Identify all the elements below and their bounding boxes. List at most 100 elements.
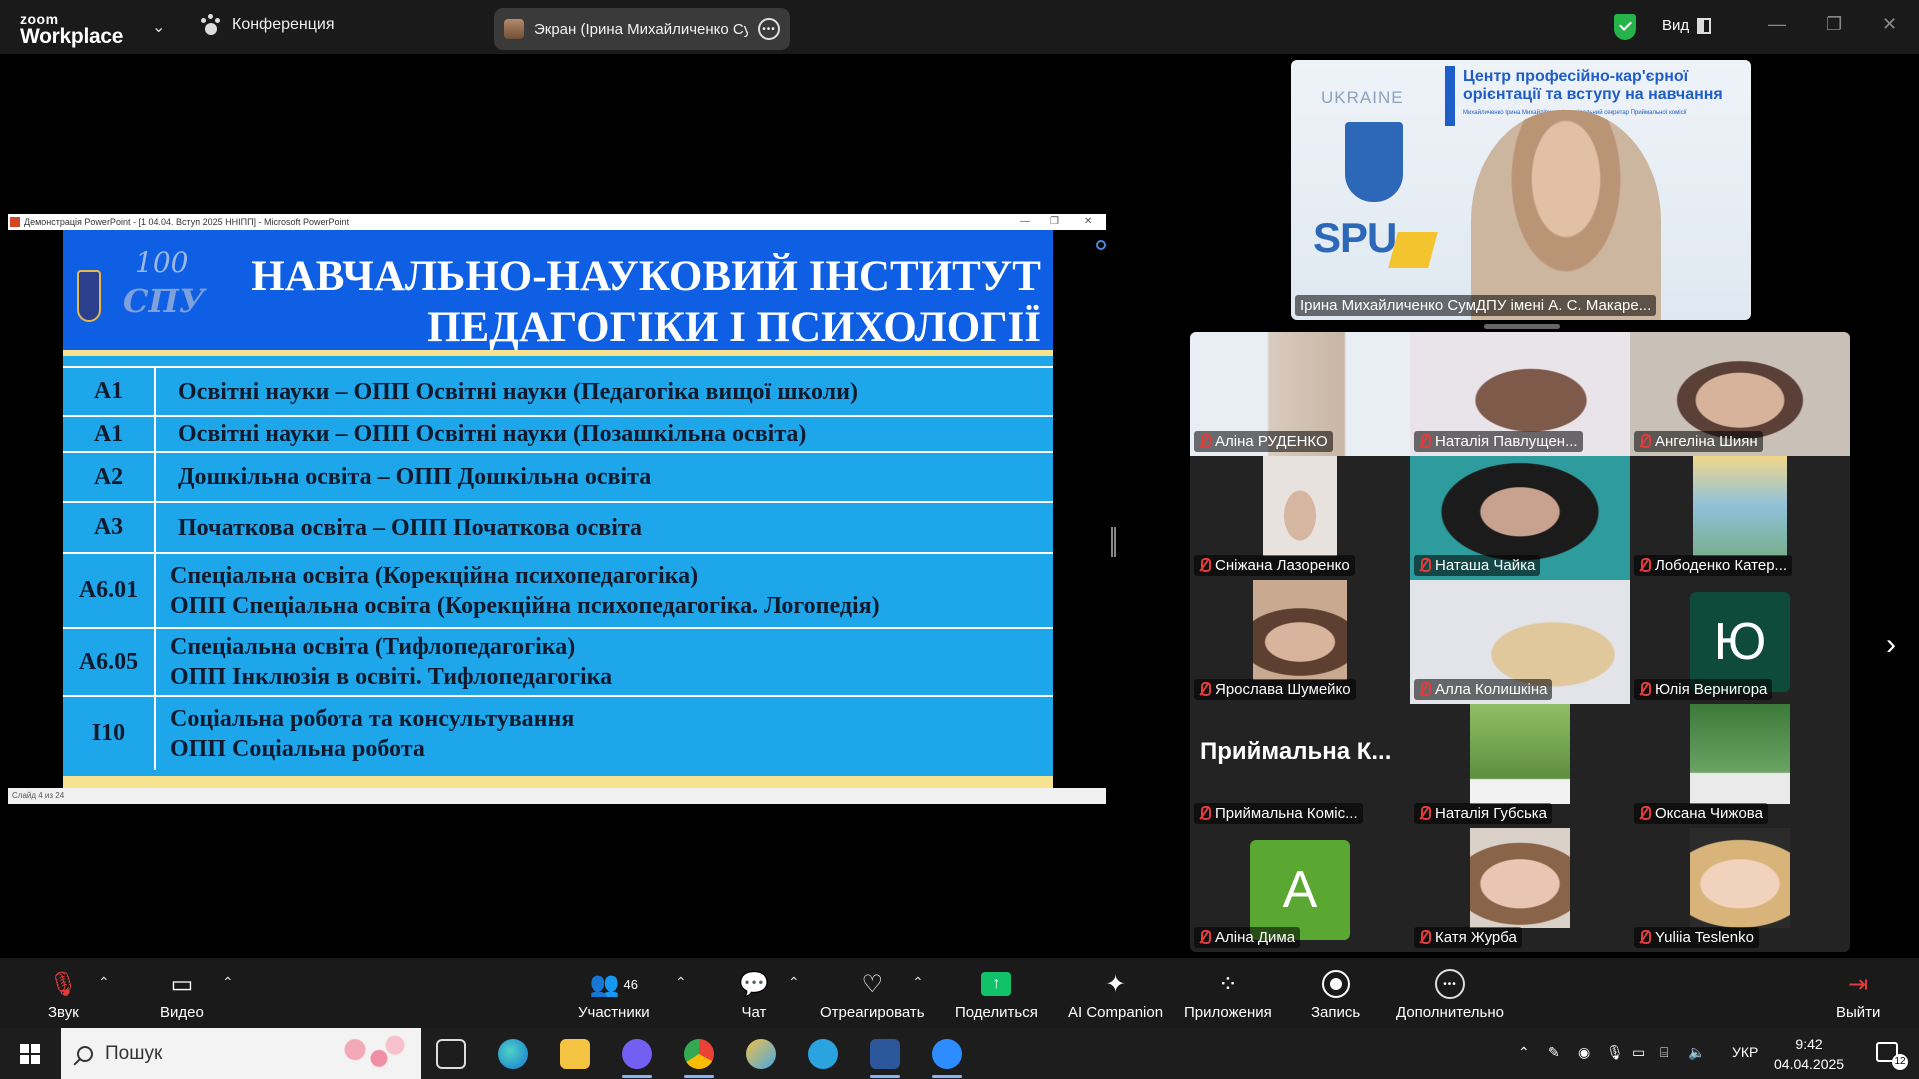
- participant-name: Ангеліна Шиян: [1655, 433, 1758, 450]
- program-line: Освітні науки – ОПП Освітні науки (Позаш…: [178, 421, 807, 447]
- share-indicator[interactable]: Экран (Ірина Михайличенко Су •••: [494, 8, 790, 50]
- participant-tile[interactable]: Наталія Павлущен...: [1410, 332, 1630, 456]
- participant-name-tag: Наташа Чайка: [1414, 555, 1541, 576]
- leave-button[interactable]: ⇥ Выйти: [1836, 968, 1880, 1022]
- program-description: Спеціальна освіта (Тифлопедагогіка) ОПП …: [155, 627, 1053, 696]
- participant-name-tag: Приймальна Коміс...: [1194, 803, 1363, 824]
- language-indicator[interactable]: УКР: [1732, 1044, 1758, 1060]
- volume-icon[interactable]: 🔈: [1688, 1044, 1705, 1061]
- more-button[interactable]: ••• Дополнительно: [1396, 968, 1504, 1021]
- slide: 100 СПУ НАВЧАЛЬНО-НАУКОВИЙ ІНСТИТУТ ПЕДА…: [63, 230, 1053, 788]
- view-button[interactable]: Вид: [1662, 17, 1712, 34]
- speaker-name: Ірина Михайличенко СумДПУ імені А. С. Ма…: [1300, 297, 1652, 314]
- microphone-tray-icon[interactable]: 🎙: [1606, 1044, 1624, 1061]
- program-line: Початкова освіта – ОПП Початкова освіта: [178, 514, 642, 541]
- participant-tile[interactable]: Алла Колишкіна: [1410, 580, 1630, 704]
- active-speaker-video[interactable]: UKRAINE SPU Центр професійно-кар'єрної о…: [1291, 60, 1751, 320]
- participant-name: Алла Колишкіна: [1435, 681, 1548, 698]
- chevron-right-icon[interactable]: ›: [1886, 628, 1896, 662]
- apps-button[interactable]: ⁘ Приложения: [1184, 968, 1272, 1022]
- participant-tile[interactable]: Yuliia Teslenko: [1630, 828, 1850, 952]
- participant-tile[interactable]: А Аліна Дима: [1190, 828, 1410, 952]
- network-icon[interactable]: ⌸: [1660, 1044, 1668, 1061]
- participant-tile[interactable]: Оксана Чижова: [1630, 704, 1850, 828]
- caret-up-icon[interactable]: ⌃: [912, 974, 924, 991]
- participant-tile[interactable]: Лободенко Катер...: [1630, 456, 1850, 580]
- ai-companion-button[interactable]: ✦ AI Companion: [1068, 968, 1163, 1022]
- share-button[interactable]: ↑ Поделиться: [955, 968, 1038, 1021]
- panel-resize-handle[interactable]: [1484, 324, 1560, 329]
- participant-name: Катя Журба: [1435, 929, 1517, 946]
- zoom-icon[interactable]: [932, 1039, 962, 1069]
- participant-tile[interactable]: Наталія Губська: [1410, 704, 1630, 828]
- title-bar: zoom Workplace ⌄ Конференция Экран (Ірин…: [0, 0, 1919, 54]
- program-line: Соціальна робота та консультування: [170, 705, 575, 732]
- word-icon[interactable]: [870, 1039, 900, 1069]
- program-code: А6.01: [63, 552, 156, 628]
- minimize-button[interactable]: —: [1768, 14, 1786, 35]
- notifications-icon[interactable]: 12: [1876, 1042, 1908, 1070]
- video-button[interactable]: ▭ Видео: [160, 968, 204, 1022]
- active-indicator: [932, 1075, 962, 1078]
- caret-up-icon[interactable]: ⌃: [222, 974, 234, 991]
- more-icon[interactable]: •••: [758, 18, 780, 40]
- slide-counter: Слайд 4 из 24: [12, 791, 65, 800]
- participant-tile[interactable]: Сніжана Лазоренко: [1190, 456, 1410, 580]
- participant-tile[interactable]: Аліна РУДЕНКО: [1190, 332, 1410, 456]
- splitter-handle[interactable]: [1111, 527, 1116, 557]
- paint-icon[interactable]: [746, 1039, 776, 1069]
- participant-name: Аліна Дима: [1215, 929, 1296, 946]
- mic-muted-icon: [1639, 434, 1651, 448]
- caret-up-icon[interactable]: ⌃: [788, 974, 800, 991]
- edge-icon[interactable]: [498, 1039, 528, 1069]
- participant-tile[interactable]: Наташа Чайка: [1410, 456, 1630, 580]
- clock-date: 04.04.2025: [1774, 1056, 1845, 1072]
- taskbar-search[interactable]: Пошук: [61, 1028, 421, 1079]
- file-explorer-icon[interactable]: [560, 1039, 590, 1069]
- view-label: Вид: [1662, 17, 1690, 34]
- viber-icon[interactable]: [622, 1039, 652, 1069]
- table-row: А1 Освітні науки – ОПП Освітні науки (Пе…: [63, 366, 1053, 416]
- chrome-icon[interactable]: [684, 1039, 714, 1069]
- mic-muted-icon: [1639, 806, 1651, 820]
- camera-tray-icon[interactable]: ◉: [1578, 1044, 1590, 1061]
- chat-button[interactable]: 💬 Чат: [739, 968, 769, 1022]
- battery-icon[interactable]: ▭: [1632, 1044, 1645, 1061]
- slide-title-line-2: ПЕДАГОГІКИ І ПСИХОЛОГІЇ: [427, 304, 1041, 351]
- search-icon: [77, 1045, 93, 1062]
- participant-tile[interactable]: Ю Юлія Вернигора: [1630, 580, 1850, 704]
- participants-button[interactable]: 👥 46 Участники: [578, 968, 650, 1022]
- security-shield-icon[interactable]: [1614, 14, 1636, 40]
- participants-icon: 👥 46: [589, 970, 639, 998]
- caret-up-icon[interactable]: ⌃: [675, 974, 687, 991]
- participant-tile[interactable]: Приймальна К... Приймальна Коміс...: [1190, 704, 1410, 828]
- audio-button[interactable]: 🎙 Звук: [48, 968, 79, 1022]
- caret-up-icon[interactable]: ⌃: [98, 974, 110, 991]
- chevron-down-icon[interactable]: ⌄: [152, 17, 165, 37]
- participant-tile[interactable]: Ангеліна Шиян: [1630, 332, 1850, 456]
- program-line: Спеціальна освіта (Корекційна психопедаг…: [170, 562, 699, 589]
- participant-name-tag: Оксана Чижова: [1634, 803, 1768, 824]
- chat-icon: 💬: [739, 970, 769, 998]
- close-button[interactable]: ✕: [1882, 14, 1897, 35]
- windows-start-icon[interactable]: [20, 1044, 40, 1064]
- participant-name-tag: Катя Журба: [1414, 927, 1522, 948]
- heart-icon: ♡: [861, 970, 884, 998]
- shared-screen: Демонстрація PowerPoint - [1 04.04. Всту…: [8, 214, 1106, 804]
- program-code: А1: [63, 366, 156, 416]
- mic-muted-icon: [1419, 930, 1431, 944]
- crest-icon: [77, 270, 101, 322]
- taskbar-clock[interactable]: 9:42 04.04.2025: [1774, 1034, 1844, 1074]
- telegram-icon[interactable]: [808, 1039, 838, 1069]
- pen-icon[interactable]: ✎: [1548, 1044, 1560, 1061]
- participant-tile[interactable]: Ярослава Шумейко: [1190, 580, 1410, 704]
- maximize-button[interactable]: ❐: [1826, 14, 1842, 35]
- react-button[interactable]: ♡ Отреагировать: [820, 968, 925, 1022]
- record-button[interactable]: Запись: [1311, 968, 1360, 1021]
- task-view-icon[interactable]: [436, 1039, 466, 1069]
- pp-minimize-icon: —: [1020, 216, 1030, 227]
- participant-tile[interactable]: Катя Журба: [1410, 828, 1630, 952]
- table-row: А2 Дошкільна освіта – ОПП Дошкільна осві…: [63, 451, 1053, 502]
- meeting-info-button[interactable]: Конференция: [200, 14, 335, 36]
- tray-expand-icon[interactable]: ⌃: [1518, 1044, 1530, 1061]
